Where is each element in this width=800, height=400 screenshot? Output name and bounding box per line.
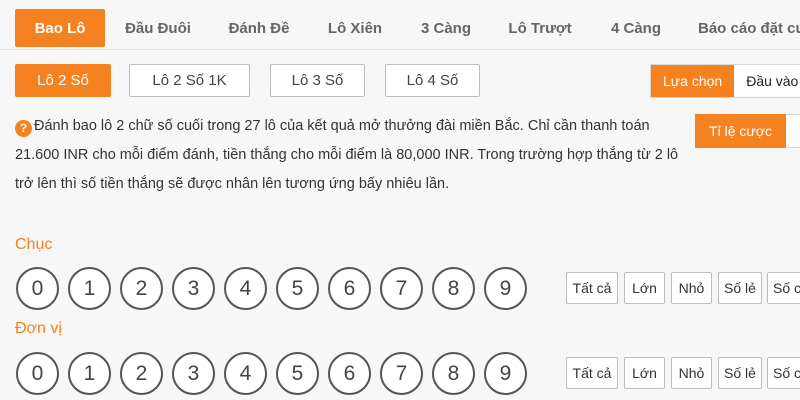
tens-select-small-button[interactable]: Nhỏ bbox=[671, 272, 712, 304]
tens-ball-6[interactable]: 6 bbox=[328, 267, 371, 310]
units-select-even-button[interactable]: Số chẵn bbox=[767, 357, 800, 389]
tab-dau-duoi[interactable]: Đầu Đuôi bbox=[110, 9, 206, 47]
tens-ball-2[interactable]: 2 bbox=[120, 267, 163, 310]
tens-select-odd-button[interactable]: Số lẻ bbox=[718, 272, 762, 304]
units-ball-1[interactable]: 1 bbox=[68, 352, 111, 395]
tab-3-cang[interactable]: 3 Càng bbox=[405, 9, 487, 47]
row-label-units: Đơn vị bbox=[15, 320, 62, 337]
units-ball-6[interactable]: 6 bbox=[328, 352, 371, 395]
tab-4-cang[interactable]: 4 Càng bbox=[595, 9, 677, 47]
units-select-big-button[interactable]: Lớn bbox=[624, 357, 665, 389]
units-ball-3[interactable]: 3 bbox=[172, 352, 215, 395]
tens-ball-5[interactable]: 5 bbox=[276, 267, 319, 310]
tab-lo-truot[interactable]: Lô Trượt bbox=[496, 9, 584, 47]
subtab-lo-4-so[interactable]: Lô 4 Số bbox=[385, 64, 480, 97]
units-ball-7[interactable]: 7 bbox=[380, 352, 423, 395]
units-ball-8[interactable]: 8 bbox=[432, 352, 475, 395]
description-text: Đánh bao lô 2 chữ số cuối trong 27 lô củ… bbox=[15, 118, 679, 192]
mode-input-button[interactable]: Đầu vào bbox=[734, 65, 800, 97]
tens-select-big-button[interactable]: Lớn bbox=[624, 272, 665, 304]
subtab-lo-3-so[interactable]: Lô 3 Số bbox=[270, 64, 365, 97]
odds-value bbox=[786, 114, 800, 148]
tab-lo-xien[interactable]: Lô Xiên bbox=[315, 9, 395, 47]
tens-ball-7[interactable]: 7 bbox=[380, 267, 423, 310]
units-ball-4[interactable]: 4 bbox=[224, 352, 267, 395]
game-type-tabs: Bao Lô Đầu Đuôi Đánh Đề Lô Xiên 3 Càng L… bbox=[0, 0, 800, 50]
tens-ball-3[interactable]: 3 bbox=[172, 267, 215, 310]
units-select-small-button[interactable]: Nhỏ bbox=[671, 357, 712, 389]
subtab-lo-2-so[interactable]: Lô 2 Số bbox=[15, 64, 111, 97]
tab-bao-cao[interactable]: Báo cáo đặt cư bbox=[690, 9, 800, 47]
units-ball-5[interactable]: 5 bbox=[276, 352, 319, 395]
game-description: ? Đánh bao lô 2 chữ số cuối trong 27 lô c… bbox=[15, 112, 690, 199]
tab-bao-lo[interactable]: Bao Lô bbox=[15, 9, 105, 47]
units-select-all-button[interactable]: Tất cả bbox=[566, 357, 618, 389]
tab-danh-de[interactable]: Đánh Đề bbox=[215, 9, 303, 47]
tens-ball-4[interactable]: 4 bbox=[224, 267, 267, 310]
tens-select-all-button[interactable]: Tất cả bbox=[566, 272, 618, 304]
units-ball-9[interactable]: 9 bbox=[484, 352, 527, 395]
odds-button[interactable]: Tỉ lệ cược bbox=[695, 114, 786, 148]
units-ball-2[interactable]: 2 bbox=[120, 352, 163, 395]
help-icon: ? bbox=[15, 120, 32, 137]
units-ball-0[interactable]: 0 bbox=[16, 352, 59, 395]
tens-ball-1[interactable]: 1 bbox=[68, 267, 111, 310]
mode-select-button[interactable]: Lựa chọn bbox=[651, 65, 735, 97]
row-label-tens: Chục bbox=[15, 236, 53, 253]
input-mode-toggle: Lựa chọn Đầu vào bbox=[650, 64, 800, 98]
subtab-lo-2-so-1k[interactable]: Lô 2 Số 1K bbox=[129, 64, 250, 97]
tens-ball-0[interactable]: 0 bbox=[16, 267, 59, 310]
units-select-odd-button[interactable]: Số lẻ bbox=[718, 357, 762, 389]
tens-select-even-button[interactable]: Số chẵn bbox=[767, 272, 800, 304]
tens-ball-9[interactable]: 9 bbox=[484, 267, 527, 310]
tens-ball-8[interactable]: 8 bbox=[432, 267, 475, 310]
